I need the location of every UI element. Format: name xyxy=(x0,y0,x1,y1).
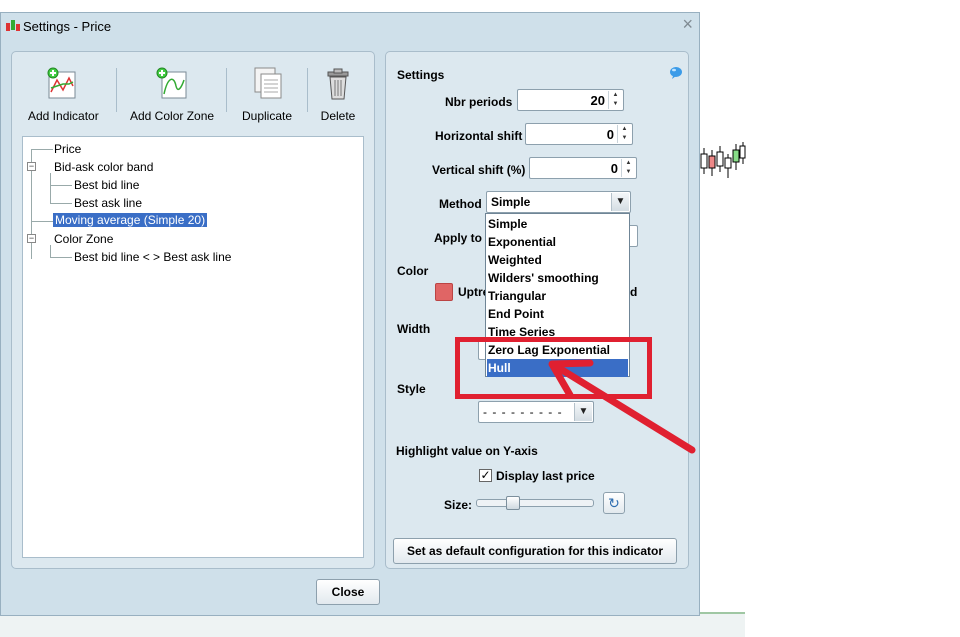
add-indicator-label: Add Indicator xyxy=(28,109,99,123)
method-option[interactable]: End Point xyxy=(487,305,628,323)
tree-connector xyxy=(50,203,72,204)
delete-label: Delete xyxy=(320,109,356,123)
delete-button[interactable]: Delete xyxy=(320,66,356,123)
vertical-shift-stepper[interactable]: 0 ▲ ▼ xyxy=(529,157,637,179)
color-label: Color xyxy=(397,264,429,278)
tree-item-color-zone[interactable]: Color Zone xyxy=(54,232,113,246)
add-color-zone-button[interactable]: Add Color Zone xyxy=(130,66,214,123)
width-label: Width xyxy=(397,322,431,336)
method-option[interactable]: Triangular xyxy=(487,287,628,305)
chevron-down-icon[interactable]: ▼ xyxy=(611,193,629,211)
dialog-title: Settings - Price xyxy=(23,19,112,34)
method-option[interactable]: Exponential xyxy=(487,233,628,251)
collapse-icon[interactable]: − xyxy=(27,234,36,243)
add-color-zone-icon xyxy=(156,67,187,99)
highlight-label: Highlight value on Y-axis xyxy=(396,444,538,458)
method-option[interactable]: Wilders' smoothing xyxy=(487,269,628,287)
close-button[interactable]: Close xyxy=(316,579,380,605)
help-icon[interactable] xyxy=(669,66,683,83)
up-arrow-icon[interactable]: ▲ xyxy=(622,159,635,168)
indicator-toolbar: Add Indicator Add Color Zone Duplicate D… xyxy=(12,52,374,132)
set-default-button[interactable]: Set as default configuration for this in… xyxy=(393,538,677,564)
nbr-periods-value: 20 xyxy=(590,93,605,108)
add-indicator-button[interactable]: Add Indicator xyxy=(28,66,99,123)
stepper-arrows[interactable]: ▲ ▼ xyxy=(608,91,622,109)
tree-connector xyxy=(50,185,72,186)
downtrend-label-fragment: d xyxy=(630,285,638,299)
collapse-icon[interactable]: − xyxy=(27,162,36,171)
indicator-list-panel: Add Indicator Add Color Zone Duplicate D… xyxy=(11,51,375,569)
method-option[interactable]: Simple xyxy=(487,215,628,233)
toolbar-divider xyxy=(307,68,308,112)
method-option[interactable]: Weighted xyxy=(487,251,628,269)
chart-app-icon xyxy=(5,19,21,36)
tree-item-bid-ask[interactable]: Bid-ask color band xyxy=(54,160,153,174)
horizontal-shift-value: 0 xyxy=(606,127,614,142)
reset-icon[interactable]: ↻ xyxy=(603,492,625,514)
tree-connector xyxy=(50,257,72,258)
size-label: Size: xyxy=(444,498,473,512)
up-arrow-icon[interactable]: ▲ xyxy=(618,125,631,134)
down-arrow-icon[interactable]: ▼ xyxy=(622,168,635,177)
close-icon[interactable]: × xyxy=(682,14,693,35)
add-color-zone-label: Add Color Zone xyxy=(130,109,215,123)
vertical-shift-label: Vertical shift (%) xyxy=(432,163,526,177)
chart-background xyxy=(700,0,745,610)
candlestick-fragment xyxy=(700,142,746,178)
vertical-shift-value: 0 xyxy=(610,161,618,176)
method-select[interactable]: Simple ▼ xyxy=(486,191,631,213)
color-swatch[interactable] xyxy=(435,283,453,301)
size-slider-track[interactable] xyxy=(476,499,594,507)
tree-item-moving-average[interactable]: Moving average (Simple 20) xyxy=(53,213,208,227)
add-indicator-icon xyxy=(47,67,76,99)
up-arrow-icon[interactable]: ▲ xyxy=(609,91,622,100)
settings-header: Settings xyxy=(397,68,445,82)
size-slider-thumb[interactable] xyxy=(506,496,520,510)
duplicate-button[interactable]: Duplicate xyxy=(242,66,292,123)
horizontal-shift-label: Horizontal shift xyxy=(435,129,523,143)
indicator-tree: Price − Bid-ask color band Best bid line… xyxy=(22,136,364,558)
stepper-arrows[interactable]: ▲ ▼ xyxy=(617,125,631,143)
apply-to-label: Apply to xyxy=(434,231,482,245)
annotation-arrow xyxy=(548,359,696,454)
tree-item-price[interactable]: Price xyxy=(54,142,81,156)
nbr-periods-label: Nbr periods xyxy=(445,95,513,109)
stepper-arrows[interactable]: ▲ ▼ xyxy=(621,159,635,177)
style-label: Style xyxy=(397,382,426,396)
down-arrow-icon[interactable]: ▼ xyxy=(618,134,631,143)
method-label: Method xyxy=(439,197,482,211)
toolbar-divider xyxy=(226,68,227,112)
trash-icon xyxy=(327,68,349,100)
tree-connector xyxy=(31,221,53,222)
display-last-price-checkbox[interactable]: ✓ xyxy=(479,469,492,482)
tree-connector xyxy=(31,149,53,150)
duplicate-label: Duplicate xyxy=(242,109,293,123)
method-value: Simple xyxy=(491,195,531,209)
tree-connector xyxy=(50,245,51,257)
duplicate-icon xyxy=(254,67,282,99)
tree-item-zone-child[interactable]: Best bid line < > Best ask line xyxy=(74,250,231,264)
tree-item-best-ask[interactable]: Best ask line xyxy=(74,196,142,210)
toolbar-divider xyxy=(116,68,117,112)
title-bar[interactable]: Settings - Price × xyxy=(1,13,699,39)
down-arrow-icon[interactable]: ▼ xyxy=(609,100,622,109)
tree-item-best-bid[interactable]: Best bid line xyxy=(74,178,139,192)
display-last-price-label: Display last price xyxy=(496,469,595,483)
horizontal-shift-stepper[interactable]: 0 ▲ ▼ xyxy=(525,123,633,145)
tree-connector xyxy=(50,173,51,203)
nbr-periods-stepper[interactable]: 20 ▲ ▼ xyxy=(517,89,624,111)
